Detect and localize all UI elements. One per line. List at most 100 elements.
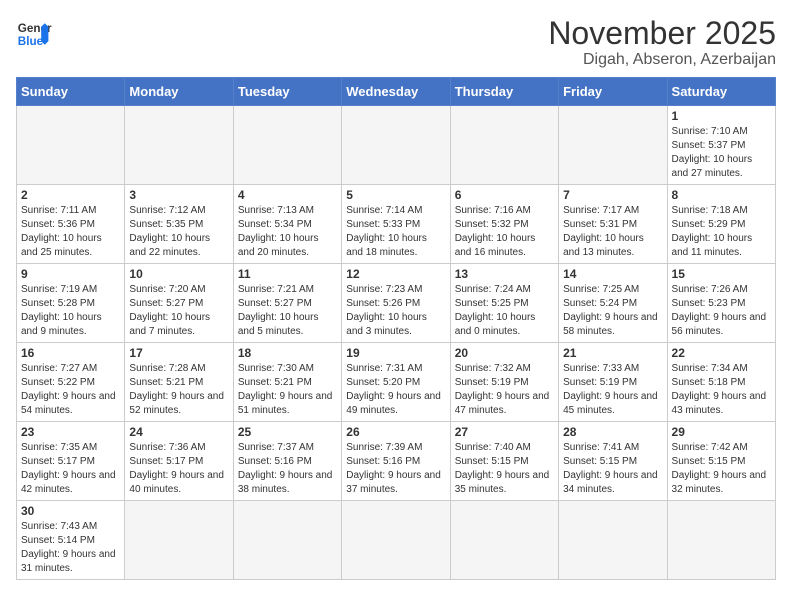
day-info: Sunrise: 7:11 AM Sunset: 5:36 PM Dayligh…	[21, 204, 120, 260]
day-number: 20	[455, 346, 554, 360]
day-info: Sunrise: 7:20 AM Sunset: 5:27 PM Dayligh…	[129, 283, 228, 339]
day-number: 27	[455, 425, 554, 439]
day-number: 3	[129, 188, 228, 202]
day-number: 13	[455, 267, 554, 281]
day-number: 5	[346, 188, 445, 202]
day-number: 22	[672, 346, 771, 360]
day-info: Sunrise: 7:23 AM Sunset: 5:26 PM Dayligh…	[346, 283, 445, 339]
day-info: Sunrise: 7:21 AM Sunset: 5:27 PM Dayligh…	[238, 283, 337, 339]
day-info: Sunrise: 7:42 AM Sunset: 5:15 PM Dayligh…	[672, 441, 771, 497]
table-row	[17, 106, 125, 185]
table-row: 13 Sunrise: 7:24 AM Sunset: 5:25 PM Dayli…	[450, 264, 558, 343]
day-info: Sunrise: 7:28 AM Sunset: 5:21 PM Dayligh…	[129, 362, 228, 418]
table-row	[125, 106, 233, 185]
day-number: 29	[672, 425, 771, 439]
table-row: 6Sunrise: 7:16 AM Sunset: 5:32 PM Daylig…	[450, 185, 558, 264]
day-info: Sunrise: 7:24 AM Sunset: 5:25 PM Dayligh…	[455, 283, 554, 339]
day-info: Sunrise: 7:33 AM Sunset: 5:19 PM Dayligh…	[563, 362, 662, 418]
day-info: Sunrise: 7:13 AM Sunset: 5:34 PM Dayligh…	[238, 204, 337, 260]
table-row: 7 Sunrise: 7:17 AM Sunset: 5:31 PM Daylig…	[559, 185, 667, 264]
logo: General Blue	[16, 16, 52, 52]
table-row: 15 Sunrise: 7:26 AM Sunset: 5:23 PM Dayli…	[667, 264, 775, 343]
calendar-header-row: Sunday Monday Tuesday Wednesday Thursday…	[17, 78, 776, 106]
table-row	[233, 106, 341, 185]
table-row: 8 Sunrise: 7:18 AM Sunset: 5:29 PM Daylig…	[667, 185, 775, 264]
day-number: 28	[563, 425, 662, 439]
header-thursday: Thursday	[450, 78, 558, 106]
day-number: 7	[563, 188, 662, 202]
day-number: 19	[346, 346, 445, 360]
svg-text:Blue: Blue	[18, 35, 44, 48]
day-info: Sunrise: 7:32 AM Sunset: 5:19 PM Dayligh…	[455, 362, 554, 418]
day-info: Sunrise: 7:25 AM Sunset: 5:24 PM Dayligh…	[563, 283, 662, 339]
day-number: 6	[455, 188, 554, 202]
header-saturday: Saturday	[667, 78, 775, 106]
day-number: 15	[672, 267, 771, 281]
day-info: Sunrise: 7:14 AM Sunset: 5:33 PM Dayligh…	[346, 204, 445, 260]
table-row: 26 Sunrise: 7:39 AM Sunset: 5:16 PM Dayli…	[342, 422, 450, 501]
header-monday: Monday	[125, 78, 233, 106]
day-info: Sunrise: 7:27 AM Sunset: 5:22 PM Dayligh…	[21, 362, 120, 418]
day-info: Sunrise: 7:19 AM Sunset: 5:28 PM Dayligh…	[21, 283, 120, 339]
table-row: 23Sunrise: 7:35 AM Sunset: 5:17 PM Dayli…	[17, 422, 125, 501]
table-row: 17 Sunrise: 7:28 AM Sunset: 5:21 PM Dayli…	[125, 343, 233, 422]
day-info: Sunrise: 7:12 AM Sunset: 5:35 PM Dayligh…	[129, 204, 228, 260]
table-row: 2 Sunrise: 7:11 AM Sunset: 5:36 PM Daylig…	[17, 185, 125, 264]
table-row: 1Sunrise: 7:10 AM Sunset: 5:37 PM Daylig…	[667, 106, 775, 185]
logo-icon: General Blue	[16, 16, 52, 52]
day-info: Sunrise: 7:39 AM Sunset: 5:16 PM Dayligh…	[346, 441, 445, 497]
day-info: Sunrise: 7:43 AM Sunset: 5:14 PM Dayligh…	[21, 520, 120, 576]
day-number: 24	[129, 425, 228, 439]
day-number: 2	[21, 188, 120, 202]
table-row: 3 Sunrise: 7:12 AM Sunset: 5:35 PM Daylig…	[125, 185, 233, 264]
table-row: 28 Sunrise: 7:41 AM Sunset: 5:15 PM Dayli…	[559, 422, 667, 501]
day-number: 8	[672, 188, 771, 202]
day-number: 17	[129, 346, 228, 360]
day-info: Sunrise: 7:40 AM Sunset: 5:15 PM Dayligh…	[455, 441, 554, 497]
day-number: 30	[21, 504, 120, 518]
table-row: 25Sunrise: 7:37 AM Sunset: 5:16 PM Dayli…	[233, 422, 341, 501]
day-number: 16	[21, 346, 120, 360]
table-row	[450, 501, 558, 580]
day-info: Sunrise: 7:41 AM Sunset: 5:15 PM Dayligh…	[563, 441, 662, 497]
table-row	[233, 501, 341, 580]
day-number: 4	[238, 188, 337, 202]
day-number: 21	[563, 346, 662, 360]
month-year-title: November 2025	[548, 16, 776, 51]
table-row	[450, 106, 558, 185]
day-number: 9	[21, 267, 120, 281]
day-info: Sunrise: 7:26 AM Sunset: 5:23 PM Dayligh…	[672, 283, 771, 339]
table-row: 9 Sunrise: 7:19 AM Sunset: 5:28 PM Daylig…	[17, 264, 125, 343]
header-wednesday: Wednesday	[342, 78, 450, 106]
table-row: 5 Sunrise: 7:14 AM Sunset: 5:33 PM Daylig…	[342, 185, 450, 264]
day-info: Sunrise: 7:30 AM Sunset: 5:21 PM Dayligh…	[238, 362, 337, 418]
header-friday: Friday	[559, 78, 667, 106]
day-info: Sunrise: 7:18 AM Sunset: 5:29 PM Dayligh…	[672, 204, 771, 260]
table-row: 10 Sunrise: 7:20 AM Sunset: 5:27 PM Dayli…	[125, 264, 233, 343]
day-number: 26	[346, 425, 445, 439]
table-row: 18Sunrise: 7:30 AM Sunset: 5:21 PM Dayli…	[233, 343, 341, 422]
table-row: 16 Sunrise: 7:27 AM Sunset: 5:22 PM Dayli…	[17, 343, 125, 422]
table-row	[559, 501, 667, 580]
table-row: 12 Sunrise: 7:23 AM Sunset: 5:26 PM Dayli…	[342, 264, 450, 343]
table-row: 30 Sunrise: 7:43 AM Sunset: 5:14 PM Dayli…	[17, 501, 125, 580]
day-info: Sunrise: 7:17 AM Sunset: 5:31 PM Dayligh…	[563, 204, 662, 260]
table-row	[342, 106, 450, 185]
table-row: 27 Sunrise: 7:40 AM Sunset: 5:15 PM Dayli…	[450, 422, 558, 501]
table-row	[667, 501, 775, 580]
day-info: Sunrise: 7:34 AM Sunset: 5:18 PM Dayligh…	[672, 362, 771, 418]
table-row: 24Sunrise: 7:36 AM Sunset: 5:17 PM Dayli…	[125, 422, 233, 501]
day-number: 23	[21, 425, 120, 439]
day-number: 11	[238, 267, 337, 281]
table-row: 22 Sunrise: 7:34 AM Sunset: 5:18 PM Dayli…	[667, 343, 775, 422]
calendar-table: Sunday Monday Tuesday Wednesday Thursday…	[16, 77, 776, 580]
day-number: 25	[238, 425, 337, 439]
table-row: 20 Sunrise: 7:32 AM Sunset: 5:19 PM Dayli…	[450, 343, 558, 422]
table-row: 4 Sunrise: 7:13 AM Sunset: 5:34 PM Daylig…	[233, 185, 341, 264]
table-row: 19 Sunrise: 7:31 AM Sunset: 5:20 PM Dayli…	[342, 343, 450, 422]
header-sunday: Sunday	[17, 78, 125, 106]
day-number: 10	[129, 267, 228, 281]
day-number: 12	[346, 267, 445, 281]
day-info: Sunrise: 7:31 AM Sunset: 5:20 PM Dayligh…	[346, 362, 445, 418]
table-row: 21 Sunrise: 7:33 AM Sunset: 5:19 PM Dayli…	[559, 343, 667, 422]
